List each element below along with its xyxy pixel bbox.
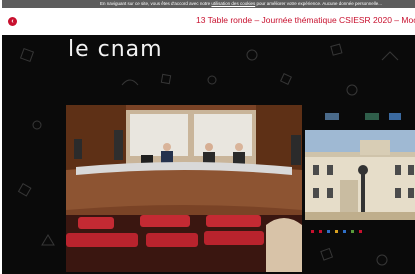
cnam-logo: le cnam [68,37,163,62]
window-icon [389,113,401,120]
slide-icon [365,113,379,120]
share-icon[interactable] [343,230,346,233]
secondary-video-frame [305,130,415,220]
chevron-left-icon: ‹ [11,18,14,25]
cookie-banner-text: En naviguant sur ce site, vous êtes d'ac… [100,1,383,6]
settings-icon[interactable] [351,230,354,233]
chat-icon[interactable] [335,230,338,233]
stop-icon[interactable] [319,230,322,233]
cookie-banner: En naviguant sur ce site, vous êtes d'ac… [2,0,415,8]
conference-room-scene [66,105,302,272]
thumbnail-icon [325,113,339,120]
building-scene [305,130,415,220]
back-button[interactable]: ‹ [8,17,17,26]
main-video-frame [66,105,302,272]
fullscreen-icon[interactable] [359,230,362,233]
player-toolbar [305,230,415,235]
page-header: ‹ 13 Table ronde – Journée thématique CS… [0,8,415,35]
page-title: 13 Table ronde – Journée thématique CSIE… [196,15,415,25]
record-icon[interactable] [311,230,314,233]
slide-toolbar [307,113,415,123]
cookie-policy-link[interactable]: utilisation des cookies [211,1,255,6]
video-player[interactable]: le cnam [2,35,415,274]
info-icon[interactable] [327,230,330,233]
